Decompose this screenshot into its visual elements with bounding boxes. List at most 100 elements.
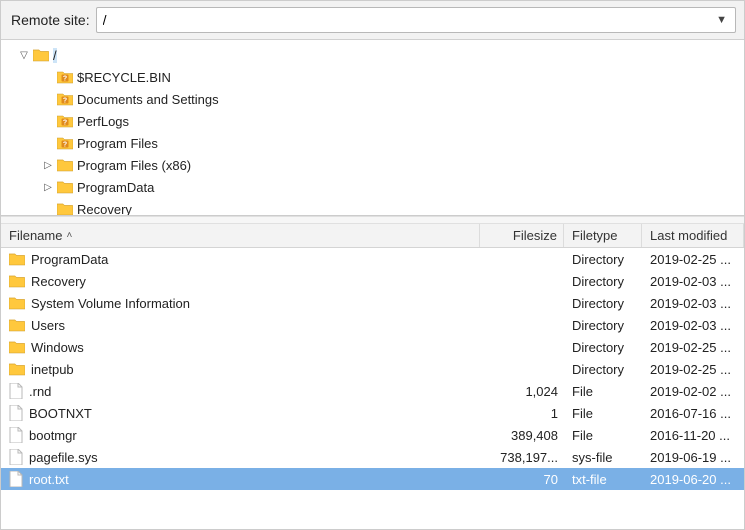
tree-node[interactable]: ▷ Program Files (x86) [1, 154, 744, 176]
cell-filetype: Directory [564, 362, 642, 377]
cell-filetype: File [564, 384, 642, 399]
dropdown-icon[interactable]: ▼ [712, 14, 731, 26]
file-icon [9, 383, 23, 399]
folder-unknown-icon: ? [57, 136, 73, 150]
cell-filename: root.txt [1, 471, 480, 487]
cell-filename: Windows [1, 340, 480, 355]
tree-node-label: Recovery [77, 202, 132, 217]
list-row[interactable]: System Volume Information Directory2019-0… [1, 292, 744, 314]
cell-filename: .rnd [1, 383, 480, 399]
tree-node[interactable]: ▷ ? Program Files [1, 132, 744, 154]
list-body[interactable]: ProgramDataDirectory2019-02-25 ... Recov… [1, 248, 744, 529]
col-header-filename[interactable]: Filename ˄ [1, 224, 480, 247]
svg-text:?: ? [63, 142, 67, 149]
cell-lastmodified: 2016-11-20 ... [642, 428, 744, 443]
cell-lastmodified: 2019-02-02 ... [642, 384, 744, 399]
address-field-wrap[interactable]: ▼ [96, 7, 736, 33]
cell-filename: inetpub [1, 362, 480, 377]
list-row[interactable]: root.txt 70txt-file2019-06-20 ... [1, 468, 744, 490]
list-row[interactable]: Windows Directory2019-02-25 ... [1, 336, 744, 358]
tree-node-label: $RECYCLE.BIN [77, 70, 171, 85]
cell-filesize: 70 [480, 472, 564, 487]
horizontal-splitter[interactable] [1, 216, 744, 224]
svg-text:?: ? [63, 98, 67, 105]
filename-text: .rnd [29, 384, 51, 399]
file-icon [9, 449, 23, 465]
list-row[interactable]: .rnd1,024File2019-02-02 ... [1, 380, 744, 402]
cell-filename: ProgramData [1, 252, 480, 267]
list-row[interactable]: RecoveryDirectory2019-02-03 ... [1, 270, 744, 292]
cell-filesize: 738,197... [480, 450, 564, 465]
filename-text: Recovery [31, 274, 86, 289]
col-header-filesize-label: Filesize [513, 228, 557, 243]
cell-filetype: Directory [564, 318, 642, 333]
col-header-lastmodified[interactable]: Last modified [642, 224, 744, 247]
filename-text: root.txt [29, 472, 69, 487]
folder-icon [9, 274, 25, 288]
address-input[interactable] [103, 12, 713, 28]
cell-filename: Users [1, 318, 480, 333]
col-header-filetype-label: Filetype [572, 228, 618, 243]
list-row[interactable]: BOOTNXT1File2016-07-16 ... [1, 402, 744, 424]
sort-asc-icon: ˄ [66, 230, 72, 241]
cell-filesize: 1 [480, 406, 564, 421]
cell-lastmodified: 2019-02-25 ... [642, 362, 744, 377]
cell-filetype: File [564, 428, 642, 443]
folder-unknown-icon: ? [57, 92, 73, 106]
tree-node-label: Documents and Settings [77, 92, 219, 107]
cell-lastmodified: 2019-06-20 ... [642, 472, 744, 487]
cell-lastmodified: 2016-07-16 ... [642, 406, 744, 421]
tree-node-label: Program Files [77, 136, 158, 151]
file-icon [9, 427, 23, 443]
list-row[interactable]: pagefile.sys738,197...sys-file2019-06-19… [1, 446, 744, 468]
cell-lastmodified: 2019-02-03 ... [642, 318, 744, 333]
cell-filetype: txt-file [564, 472, 642, 487]
cell-lastmodified: 2019-02-25 ... [642, 252, 744, 267]
cell-filename: BOOTNXT [1, 405, 480, 421]
cell-lastmodified: 2019-06-19 ... [642, 450, 744, 465]
address-bar: Remote site: ▼ [1, 1, 744, 40]
filename-text: Windows [31, 340, 84, 355]
tree-expander-closed-icon[interactable]: ▷ [41, 180, 55, 194]
cell-filetype: sys-file [564, 450, 642, 465]
folder-unknown-icon: ? [57, 70, 73, 84]
tree-node-label: ProgramData [77, 180, 154, 195]
list-row[interactable]: inetpub Directory2019-02-25 ... [1, 358, 744, 380]
cell-filetype: Directory [564, 340, 642, 355]
col-header-lastmodified-label: Last modified [650, 228, 727, 243]
cell-filesize: 389,408 [480, 428, 564, 443]
tree-node[interactable]: ▽ / [1, 44, 744, 66]
tree-expander-closed-icon[interactable]: ▷ [41, 158, 55, 172]
svg-text:?: ? [63, 76, 67, 83]
remote-file-list: Filename ˄ Filesize Filetype Last modifi… [1, 224, 744, 529]
list-row[interactable]: ProgramDataDirectory2019-02-25 ... [1, 248, 744, 270]
col-header-filetype[interactable]: Filetype [564, 224, 642, 247]
tree-node[interactable]: ▷ ProgramData [1, 176, 744, 198]
list-header: Filename ˄ Filesize Filetype Last modifi… [1, 224, 744, 248]
tree-expander-open-icon[interactable]: ▽ [17, 48, 31, 62]
cell-filename: System Volume Information [1, 296, 480, 311]
tree-node[interactable]: ▷ Recovery [1, 198, 744, 216]
cell-filename: pagefile.sys [1, 449, 480, 465]
cell-filename: Recovery [1, 274, 480, 289]
tree-node[interactable]: ▷ ? PerfLogs [1, 110, 744, 132]
folder-icon [57, 202, 73, 216]
col-header-filesize[interactable]: Filesize [480, 224, 564, 247]
cell-lastmodified: 2019-02-03 ... [642, 296, 744, 311]
filename-text: bootmgr [29, 428, 77, 443]
filename-text: System Volume Information [31, 296, 190, 311]
list-row[interactable]: bootmgr 389,408File2016-11-20 ... [1, 424, 744, 446]
tree-node[interactable]: ▷ ? Documents and Settings [1, 88, 744, 110]
remote-tree[interactable]: ▽ /▷ ? $RECYCLE.BIN▷ ? Documents and Set… [1, 40, 744, 216]
list-row[interactable]: Users Directory2019-02-03 ... [1, 314, 744, 336]
tree-node[interactable]: ▷ ? $RECYCLE.BIN [1, 66, 744, 88]
folder-icon [9, 340, 25, 354]
folder-icon [57, 158, 73, 172]
cell-lastmodified: 2019-02-25 ... [642, 340, 744, 355]
cell-filetype: Directory [564, 274, 642, 289]
filename-text: BOOTNXT [29, 406, 92, 421]
cell-filetype: Directory [564, 296, 642, 311]
filename-text: ProgramData [31, 252, 108, 267]
filename-text: inetpub [31, 362, 74, 377]
file-icon [9, 471, 23, 487]
